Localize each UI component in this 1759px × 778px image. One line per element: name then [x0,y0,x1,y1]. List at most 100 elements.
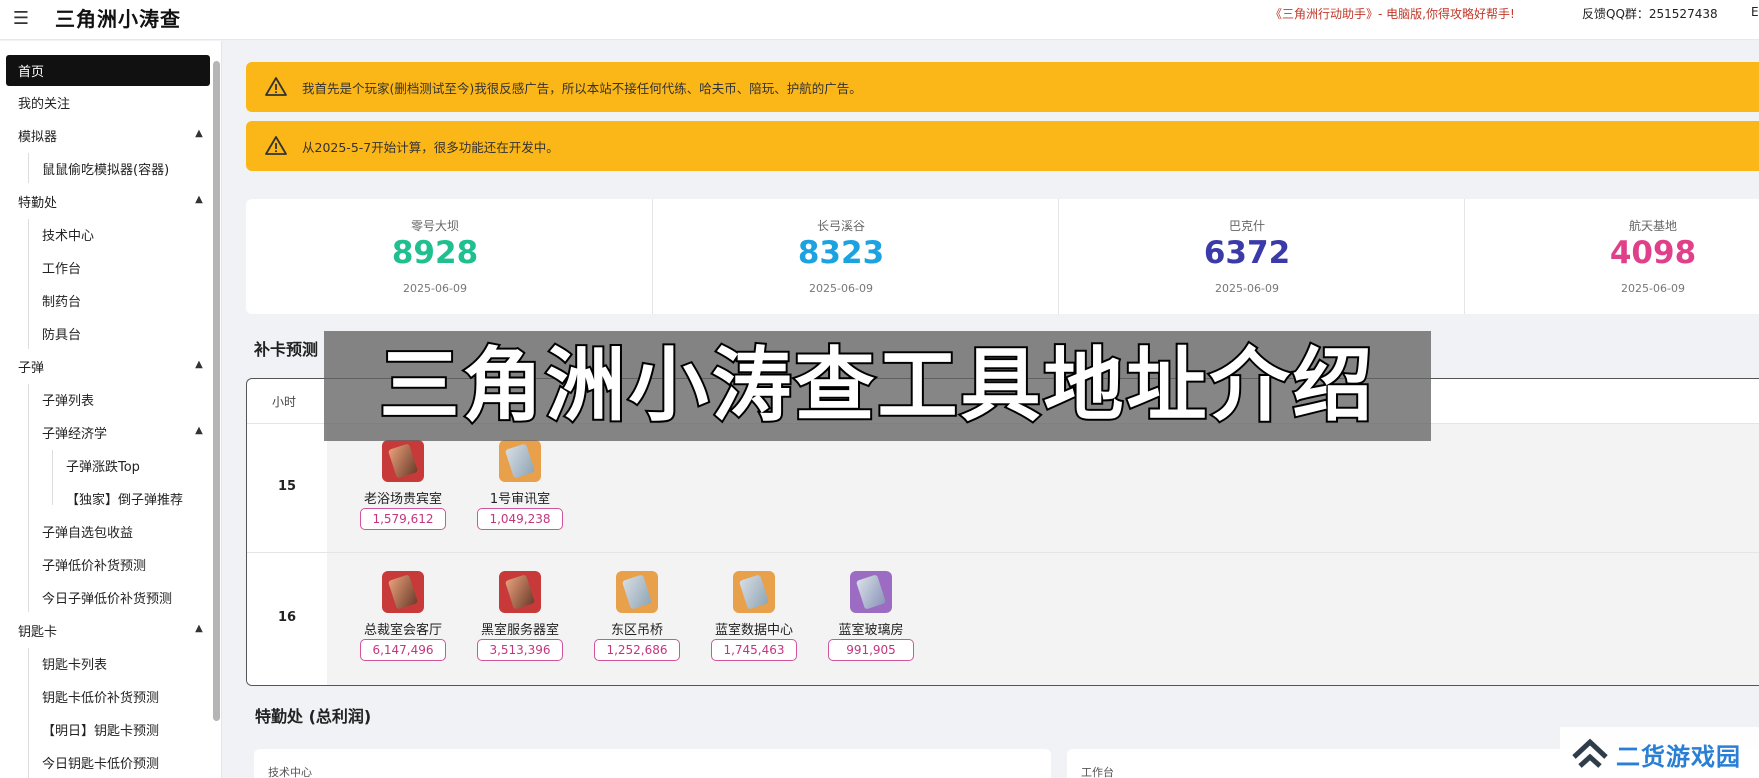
room-value-badge: 1,745,463 [711,639,797,661]
alert-text: 我首先是个玩家(删档测试至今)我很反感广告，所以本站不接任何代练、哈夫币、陪玩、… [302,81,862,96]
room-list: 总裁室会客厅 6,147,496 黑室服务器室 3,513,396 东区吊桥 1,252,… [327,553,1759,685]
app-title[interactable]: 三角洲小涛查 [55,3,181,32]
keycard-icon [499,571,541,613]
prediction-section-title: 补卡预测 [254,340,319,359]
stat-card-bakesh: 巴克什 6372 2025-06-09 [1058,199,1436,314]
room-value-badge: 1,252,686 [594,639,680,661]
top-notice-link[interactable]: 《三角洲行动助手》- 电脑版,你得攻略好帮手! [1270,5,1515,22]
room-name: 黑室服务器室 [480,623,559,638]
sidebar-item[interactable]: 制药台 [42,291,81,310]
sidebar-item[interactable]: 子弹自选包收益 [42,522,133,541]
room-value-badge: 1,579,612 [360,508,446,530]
sidebar-item[interactable]: 钥匙卡低价补货预测 [42,687,159,706]
card-label: 工作台 [1081,766,1114,778]
room-name: 东区吊桥 [610,623,663,638]
stat-date: 2025-06-09 [1215,282,1279,295]
warning-icon [265,77,287,96]
sidebar-item[interactable]: 工作台 [42,258,81,277]
watermark-text: 二货游戏园 [1616,743,1741,771]
hour-cell: 15 [247,424,327,552]
sidebar-item[interactable]: 技术中心 [42,225,94,244]
sidebar-item[interactable]: 防具台 [42,324,81,343]
alert-dev-notice: 从2025-5-7开始计算，很多功能还在开发中。 [246,121,1759,171]
card-label: 技术中心 [268,766,312,778]
special-section-title: 特勤处 (总利润) [255,707,372,726]
sidebar-item[interactable]: 首页 [6,55,210,86]
room-value-badge: 991,905 [828,639,914,661]
sidebar-item[interactable]: 今日钥匙卡低价预测 [42,753,159,772]
room-name: 蓝室玻璃房 [838,623,904,638]
feedback-qq-group: 反馈QQ群：251527438 [1582,7,1718,21]
stat-date: 2025-06-09 [403,282,467,295]
chevron-up-icon[interactable]: ▲ [193,128,205,140]
stat-date: 2025-06-09 [809,282,873,295]
chevron-up-icon[interactable]: ▲ [193,359,205,371]
hour-column-header: 小时 [272,395,297,409]
hour-value: 15 [277,479,297,494]
room-name: 总裁室会客厅 [363,623,442,638]
map-password-stats: 零号大坝 8928 2025-06-09 长弓溪谷 8323 2025-06-0… [246,199,1759,314]
sidebar-item[interactable]: 今日子弹低价补货预测 [42,588,172,607]
sidebar-item[interactable]: 子弹列表 [42,390,94,409]
map-name: 航天基地 [1628,219,1677,233]
sidebar-item[interactable]: 特勤处 [18,192,57,211]
room-name: 老浴场贵宾室 [363,492,442,507]
table-row: 15 老浴场贵宾室 1,579,612 1号审讯室 1,049,238 [247,424,1759,553]
warning-icon [265,136,287,155]
map-code: 8928 [391,235,479,271]
sidebar-item[interactable]: 模拟器 [18,126,57,145]
map-code: 8323 [797,235,885,271]
keycard-icon [382,440,424,482]
sidebar-item[interactable]: 子弹低价补货预测 [42,555,146,574]
header-cut-off-text: E [1751,5,1759,19]
stat-card-space-base: 航天基地 4098 2025-06-09 [1464,199,1759,314]
tree-guide-line [28,648,29,778]
keycard-icon [499,440,541,482]
sidebar-scrollbar[interactable] [213,61,220,721]
room-value-badge: 1,049,238 [477,508,563,530]
alert-text: 从2025-5-7开始计算，很多功能还在开发中。 [302,140,559,155]
sidebar-item[interactable]: 我的关注 [18,93,70,112]
sidebar: 首页我的关注模拟器 ▲ 鼠鼠偷吃模拟器(容器) 特勤处 ▲ 技术中心工作台制药台防具台子弹… [0,41,222,778]
sidebar-item[interactable]: 钥匙卡 [18,621,57,640]
hour-value: 16 [277,610,297,625]
room-name: 蓝室数据中心 [714,623,793,638]
sidebar-item[interactable]: 子弹涨跌Top [66,456,140,475]
sidebar-item[interactable]: 【明日】钥匙卡预测 [42,720,159,739]
room-value-badge: 6,147,496 [360,639,446,661]
tree-guide-line [28,153,29,183]
hour-cell: 16 [247,553,327,685]
map-code: 6372 [1203,235,1291,271]
sidebar-item[interactable]: 子弹经济学 [42,423,107,442]
map-name: 巴克什 [1228,219,1265,233]
alert-no-ads: 我首先是个玩家(删档测试至今)我很反感广告，所以本站不接任何代练、哈夫币、陪玩、… [246,62,1759,112]
sidebar-item[interactable]: 子弹 [18,357,44,376]
overlay-title: 三角洲小涛查工具地址介绍 [378,337,1376,434]
room-value-badge: 3,513,396 [477,639,563,661]
keycard-icon [616,571,658,613]
keycard-icon [850,571,892,613]
title-overlay-banner: 三角洲小涛查工具地址介绍 [324,331,1431,441]
site-watermark: 二货游戏园 [1560,727,1759,778]
tree-guide-line [28,219,29,349]
sidebar-item[interactable]: 鼠鼠偷吃模拟器(容器) [42,159,169,178]
stat-card-dam: 零号大坝 8928 2025-06-09 [246,199,624,314]
map-name: 长弓溪谷 [816,219,865,233]
keycard-icon [733,571,775,613]
chevron-up-icon[interactable]: ▲ [193,194,205,206]
keycard-icon [382,571,424,613]
map-name: 零号大坝 [410,219,459,233]
chevron-up-icon[interactable]: ▲ [193,425,205,437]
map-code: 4098 [1609,235,1697,271]
table-row: 16 总裁室会客厅 6,147,496 黑室服务器室 3,513,396 东区吊桥 1,2… [247,553,1759,685]
hamburger-menu-icon[interactable]: ☰ [10,8,32,30]
stat-date: 2025-06-09 [1621,282,1685,295]
room-list: 老浴场贵宾室 1,579,612 1号审讯室 1,049,238 [327,424,1759,552]
sidebar-item[interactable]: 【独家】倒子弹推荐 [66,489,183,508]
room-name: 1号审讯室 [489,492,551,507]
logo-chevron-icon [1572,738,1608,768]
tree-guide-line [28,384,29,612]
sidebar-item[interactable]: 钥匙卡列表 [42,654,107,673]
stat-card-valley: 长弓溪谷 8323 2025-06-09 [652,199,1030,314]
chevron-up-icon[interactable]: ▲ [193,623,205,635]
